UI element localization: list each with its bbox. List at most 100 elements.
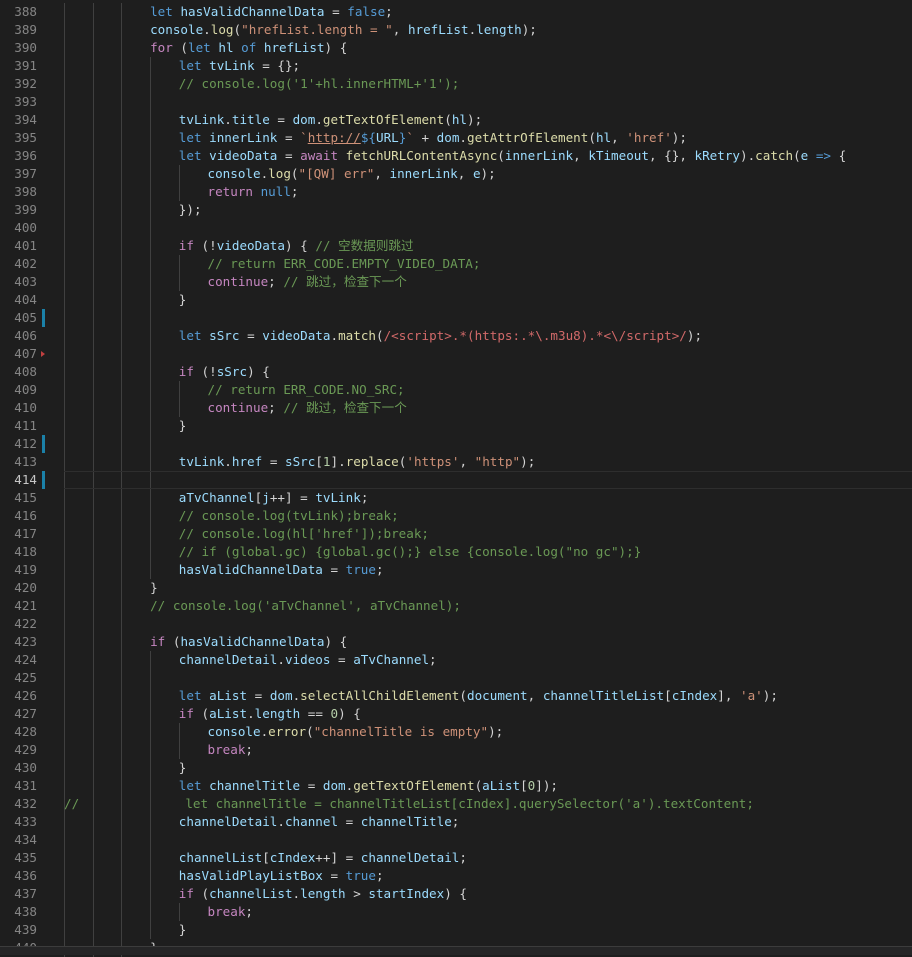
code-line[interactable]: 400 [0,219,912,237]
code-line[interactable]: 392 // console.log('1'+hl.innerHTML+'1'); [0,75,912,93]
code-text[interactable] [64,435,912,453]
code-text[interactable]: if (channelList.length > startIndex) { [64,885,912,903]
code-text[interactable]: channelDetail.channel = channelTitle; [64,813,912,831]
code-line[interactable]: 418 // if (global.gc) {global.gc();} else… [0,543,912,561]
code-line[interactable]: 401 if (!videoData) { // 空数据则跳过 [0,237,912,255]
code-line[interactable]: 388 let hasValidChannelData = false; [0,3,912,21]
code-text[interactable]: let innerLink = `http://${URL}` + dom.ge… [64,129,912,147]
code-line[interactable]: 430} [0,759,912,777]
code-line[interactable]: 422 [0,615,912,633]
code-line[interactable]: 417 // console.log(hl['href']);break; [0,525,912,543]
code-text[interactable]: // console.log(hl['href']);break; [64,525,912,543]
code-line[interactable]: 423 if (hasValidChannelData) { [0,633,912,651]
code-line[interactable]: 405 [0,309,912,327]
code-line[interactable]: 394 tvLink.title = dom.getTextOfElement(h… [0,111,912,129]
code-text[interactable]: tvLink.title = dom.getTextOfElement(hl); [64,111,912,129]
code-text[interactable]: } [64,759,912,777]
code-line[interactable]: 390 for (let hl of hrefList) { [0,39,912,57]
code-text[interactable] [64,669,912,687]
code-text[interactable]: // let channelTitle = channelTitleList[c… [64,795,912,813]
code-line[interactable]: 435 channelList[cIndex++] = channelDetail… [0,849,912,867]
code-text[interactable]: for (let hl of hrefList) { [64,39,912,57]
code-text[interactable]: if (hasValidChannelData) { [64,633,912,651]
code-line[interactable]: 412 [0,435,912,453]
code-line[interactable]: 409 // return ERR_CODE.NO_SRC; [0,381,912,399]
code-line[interactable]: 432 // let channelTitle = channelTitleLis… [0,795,912,813]
code-line[interactable]: 433 channelDetail.channel = channelTitle; [0,813,912,831]
code-line[interactable]: 428 console.error("channelTitle is empty"… [0,723,912,741]
code-text[interactable]: channelList[cIndex++] = channelDetail; [64,849,912,867]
code-text[interactable] [64,471,912,489]
code-line[interactable]: 416 // console.log(tvLink);break; [0,507,912,525]
code-line[interactable]: 404} [0,291,912,309]
code-line[interactable]: 393 [0,93,912,111]
code-text[interactable]: // console.log(tvLink);break; [64,507,912,525]
code-line[interactable]: 406 let sSrc = videoData.match(/<script>.… [0,327,912,345]
code-text[interactable]: // return ERR_CODE.EMPTY_VIDEO_DATA; [64,255,912,273]
code-text[interactable]: let hasValidChannelData = false; [64,3,912,21]
code-text[interactable] [64,93,912,111]
code-text[interactable]: continue; // 跳过，检查下一个 [64,273,912,291]
code-text[interactable]: if (!videoData) { // 空数据则跳过 [64,237,912,255]
code-text[interactable]: } [64,417,912,435]
git-modified-indicator[interactable] [42,309,45,327]
code-line[interactable]: 403 continue; // 跳过，检查下一个 [0,273,912,291]
code-line[interactable]: 410 continue; // 跳过，检查下一个 [0,399,912,417]
code-text[interactable]: // return ERR_CODE.NO_SRC; [64,381,912,399]
code-text[interactable]: } [64,579,912,597]
code-text[interactable]: let tvLink = {}; [64,57,912,75]
code-text[interactable]: break; [64,903,912,921]
code-line[interactable]: 426 let aList = dom.selectAllChildElement… [0,687,912,705]
code-text[interactable]: return null; [64,183,912,201]
code-text[interactable]: console.log("[QW] err", innerLink, e); [64,165,912,183]
code-line[interactable]: 436 hasValidPlayListBox = true; [0,867,912,885]
code-text[interactable]: break; [64,741,912,759]
code-text[interactable]: continue; // 跳过，检查下一个 [64,399,912,417]
code-line[interactable]: 419 hasValidChannelData = true; [0,561,912,579]
code-line[interactable]: 399}); [0,201,912,219]
code-text[interactable]: // if (global.gc) {global.gc();} else {c… [64,543,912,561]
git-modified-indicator[interactable] [42,435,45,453]
code-line[interactable]: 427 if (aList.length == 0) { [0,705,912,723]
code-line[interactable]: 415 aTvChannel[j++] = tvLink; [0,489,912,507]
git-modified-indicator[interactable] [42,471,45,489]
code-line[interactable]: 438 break; [0,903,912,921]
code-text[interactable]: } [64,291,912,309]
code-text[interactable]: let sSrc = videoData.match(/<script>.*(h… [64,327,912,345]
code-text[interactable]: // console.log('aTvChannel', aTvChannel)… [64,597,912,615]
code-text[interactable] [64,219,912,237]
code-line[interactable]: 391 let tvLink = {}; [0,57,912,75]
code-text[interactable]: }); [64,201,912,219]
code-text[interactable] [64,831,912,849]
code-text[interactable]: let aList = dom.selectAllChildElement(do… [64,687,912,705]
code-line[interactable]: 396 let videoData = await fetchURLContent… [0,147,912,165]
code-line[interactable]: 425 [0,669,912,687]
code-line[interactable]: 439} [0,921,912,939]
code-line[interactable]: 437 if (channelList.length > startIndex) … [0,885,912,903]
code-text[interactable]: let videoData = await fetchURLContentAsy… [64,147,912,165]
breakpoint-marker-icon[interactable] [41,351,45,357]
code-line[interactable]: 431 let channelTitle = dom.getTextOfEleme… [0,777,912,795]
code-text[interactable]: channelDetail.videos = aTvChannel; [64,651,912,669]
code-text[interactable]: console.error("channelTitle is empty"); [64,723,912,741]
code-text[interactable]: hasValidChannelData = true; [64,561,912,579]
code-line[interactable]: 420} [0,579,912,597]
code-line[interactable]: 389 console.log("hrefList.length = ", hre… [0,21,912,39]
code-text[interactable]: if (!sSrc) { [64,363,912,381]
code-text[interactable]: } [64,921,912,939]
code-line[interactable]: 424 channelDetail.videos = aTvChannel; [0,651,912,669]
code-text[interactable]: hasValidPlayListBox = true; [64,867,912,885]
code-text[interactable] [64,309,912,327]
code-line[interactable]: 397 console.log("[QW] err", innerLink, e)… [0,165,912,183]
code-line[interactable]: 411} [0,417,912,435]
code-text[interactable]: tvLink.href = sSrc[1].replace('https', "… [64,453,912,471]
code-line[interactable]: 408 if (!sSrc) { [0,363,912,381]
code-editor[interactable]: 388 let hasValidChannelData = false; 389 co… [0,0,912,957]
code-text[interactable]: aTvChannel[j++] = tvLink; [64,489,912,507]
code-text[interactable] [64,345,912,363]
code-line[interactable]: 421 // console.log('aTvChannel', aTvChann… [0,597,912,615]
code-line[interactable]: 402 // return ERR_CODE.EMPTY_VIDEO_DATA; [0,255,912,273]
code-line[interactable]: 429 break; [0,741,912,759]
code-line[interactable]: 434 [0,831,912,849]
code-text[interactable]: if (aList.length == 0) { [64,705,912,723]
